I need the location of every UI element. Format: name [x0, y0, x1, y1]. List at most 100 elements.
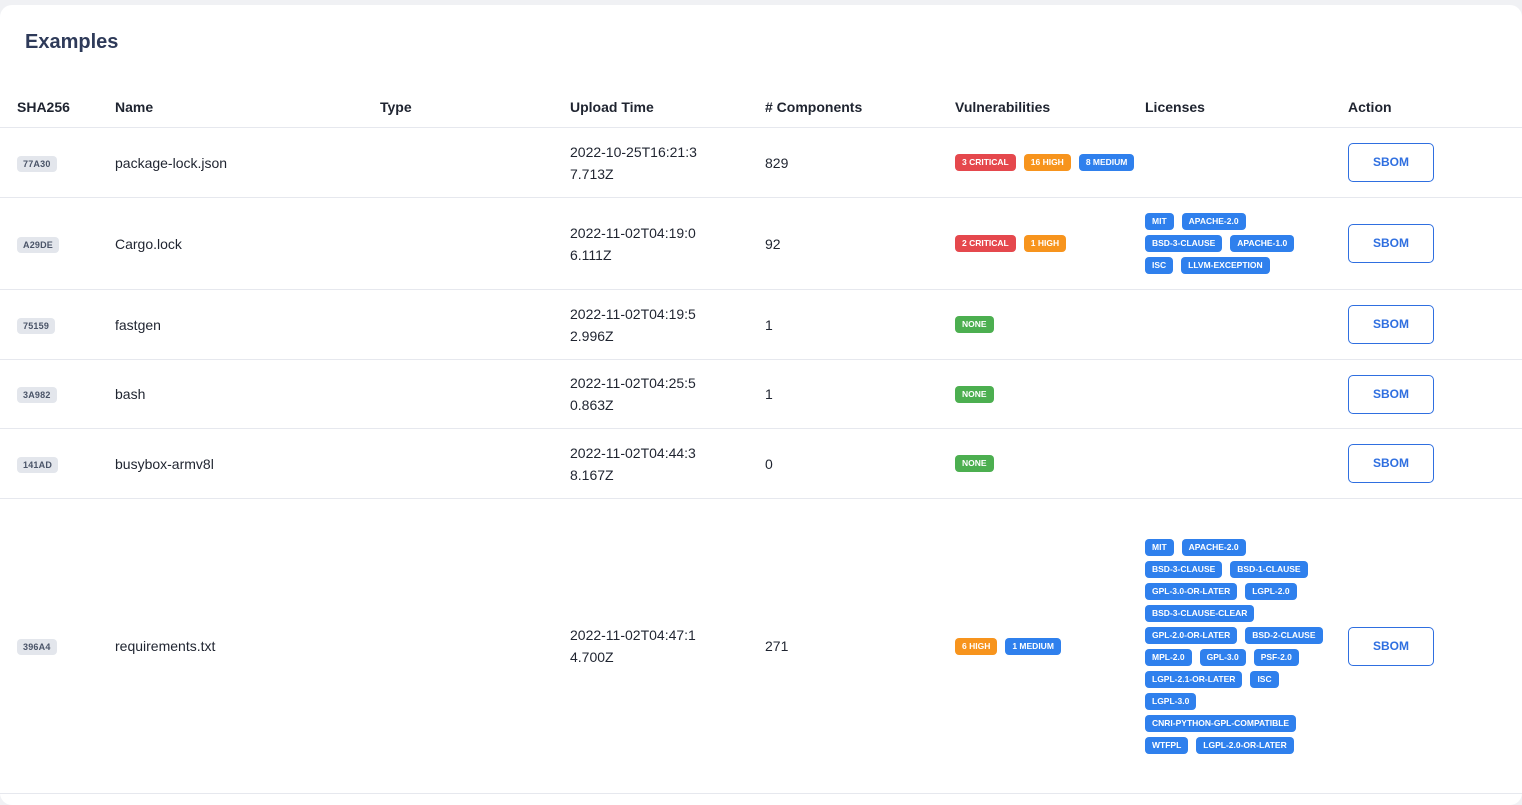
sha-cell: 75159: [0, 289, 115, 360]
licenses-cell: [1145, 359, 1348, 429]
license-badges: [1145, 320, 1325, 330]
license-badges: MIT APACHE-2.0 BSD-3-CLAUSE APACHE-1.0 ISC LL…: [1145, 208, 1325, 279]
table-row[interactable]: 77A30 package-lock.json 2022-10-25T16:21:3…: [0, 127, 1522, 198]
upload-time-cell: 2022-11-02T04:19:06.111Z: [570, 197, 765, 290]
vulnerability-badge-high: 6 HIGH: [955, 637, 998, 655]
sha-badge: 75159: [17, 317, 56, 334]
table-row[interactable]: 141AD busybox-armv8l 2022-11-02T04:44:38.1…: [0, 428, 1522, 499]
type-cell: [380, 197, 570, 290]
vulnerability-badge-none: NONE: [955, 455, 994, 472]
license-badge: LGPL-2.0: [1245, 582, 1297, 600]
header-components[interactable]: # Components: [765, 87, 955, 128]
components-cell: 92: [765, 197, 955, 290]
license-badge: BSD-2-CLAUSE: [1245, 626, 1323, 644]
type-cell: [380, 498, 570, 794]
license-badge: APACHE-2.0: [1181, 213, 1246, 230]
sbom-button[interactable]: SBOM: [1348, 444, 1434, 483]
action-cell: SBOM: [1348, 359, 1522, 429]
examples-card: Examples SHA256 Name Type Upload Time # …: [0, 5, 1522, 805]
header-sha[interactable]: SHA256: [0, 87, 115, 128]
license-badge: LLVM-EXCEPTION: [1181, 257, 1270, 274]
license-badge: BSD-1-CLAUSE: [1230, 560, 1308, 578]
action-cell: SBOM: [1348, 197, 1522, 290]
sha-cell: 3A982: [0, 359, 115, 429]
upload-time: 2022-11-02T04:44:38.167Z: [570, 444, 696, 483]
header-name[interactable]: Name: [115, 87, 380, 128]
sbom-button[interactable]: SBOM: [1348, 143, 1434, 182]
sha-cell: 396A4: [0, 498, 115, 794]
license-badge: LGPL-2.0-OR-LATER: [1196, 736, 1294, 754]
header-vulnerabilities[interactable]: Vulnerabilities: [955, 87, 1145, 128]
license-badge: BSD-3-CLAUSE: [1145, 235, 1223, 252]
table-header-row: SHA256 Name Type Upload Time # Component…: [0, 87, 1522, 128]
vulnerability-badge-high: 1 HIGH: [1023, 235, 1067, 252]
action-cell: SBOM: [1348, 127, 1522, 198]
sha-cell: 77A30: [0, 127, 115, 198]
vulnerability-badge-medium: 1 MEDIUM: [1005, 637, 1061, 655]
vulnerability-badges: NONE: [955, 455, 1145, 472]
vulnerability-badge-none: NONE: [955, 316, 994, 333]
table-row[interactable]: 3A982 bash 2022-11-02T04:25:50.863Z 1 NONE SB…: [0, 359, 1522, 429]
vulnerability-badges: 6 HIGH 1 MEDIUM: [955, 637, 1145, 655]
header-upload-time[interactable]: Upload Time: [570, 87, 765, 128]
license-badge: WTFPL: [1145, 736, 1189, 754]
name-cell: busybox-armv8l: [115, 428, 380, 499]
sbom-button[interactable]: SBOM: [1348, 224, 1434, 263]
table-row[interactable]: 75159 fastgen 2022-11-02T04:19:52.996Z 1 NON…: [0, 289, 1522, 360]
sha-badge: 396A4: [17, 639, 57, 655]
components-cell: 0: [765, 428, 955, 499]
name-cell: Cargo.lock: [115, 197, 380, 290]
vulnerabilities-cell: NONE: [955, 428, 1145, 499]
sha-cell: A29DE: [0, 197, 115, 290]
license-badges: MIT APACHE-2.0 BSD-3-CLAUSE BSD-1-CLAUSE GPL…: [1145, 534, 1325, 759]
upload-time: 2022-10-25T16:21:37.713Z: [570, 143, 697, 182]
vulnerability-badges: 2 CRITICAL 1 HIGH: [955, 235, 1145, 252]
license-badge: BSD-3-CLAUSE: [1145, 560, 1223, 578]
license-badge: MIT: [1145, 538, 1174, 556]
name-cell: fastgen: [115, 289, 380, 360]
vulnerability-badge-critical: 3 CRITICAL: [955, 154, 1016, 171]
header-type[interactable]: Type: [380, 87, 570, 128]
components-cell: 829: [765, 127, 955, 198]
licenses-cell: [1145, 127, 1348, 198]
vulnerability-badges: NONE: [955, 385, 1145, 403]
sha-badge: 3A982: [17, 387, 57, 403]
vulnerabilities-cell: 3 CRITICAL 16 HIGH 8 MEDIUM: [955, 127, 1145, 198]
action-cell: SBOM: [1348, 289, 1522, 360]
license-badge: LGPL-3.0: [1145, 692, 1197, 710]
name-cell: requirements.txt: [115, 498, 380, 794]
upload-time-cell: 2022-10-25T16:21:37.713Z: [570, 127, 765, 198]
license-badge: CNRI-PYTHON-GPL-COMPATIBLE: [1145, 714, 1297, 732]
examples-table: SHA256 Name Type Upload Time # Component…: [0, 87, 1522, 794]
sbom-button[interactable]: SBOM: [1348, 374, 1434, 414]
header-action: Action: [1348, 87, 1522, 128]
table-row[interactable]: A29DE Cargo.lock 2022-11-02T04:19:06.111Z 9…: [0, 197, 1522, 290]
vulnerability-badges: NONE: [955, 316, 1145, 333]
name-cell: package-lock.json: [115, 127, 380, 198]
license-badges: [1145, 389, 1325, 399]
vulnerability-badges: 3 CRITICAL 16 HIGH 8 MEDIUM: [955, 154, 1145, 171]
vulnerabilities-cell: 6 HIGH 1 MEDIUM: [955, 498, 1145, 794]
licenses-cell: MIT APACHE-2.0 BSD-3-CLAUSE BSD-1-CLAUSE GPL…: [1145, 498, 1348, 794]
vulnerability-badge-none: NONE: [955, 385, 994, 403]
license-badge: MIT: [1145, 213, 1174, 230]
sbom-button[interactable]: SBOM: [1348, 626, 1434, 666]
vulnerabilities-cell: 2 CRITICAL 1 HIGH: [955, 197, 1145, 290]
license-badge: APACHE-1.0: [1230, 235, 1295, 252]
upload-time-cell: 2022-11-02T04:19:52.996Z: [570, 289, 765, 360]
type-cell: [380, 127, 570, 198]
license-badge: LGPL-2.1-OR-LATER: [1145, 670, 1243, 688]
table-row[interactable]: 396A4 requirements.txt 2022-11-02T04:47:14…: [0, 498, 1522, 794]
header-licenses[interactable]: Licenses: [1145, 87, 1348, 128]
license-badge: APACHE-2.0: [1181, 538, 1246, 556]
name-cell: bash: [115, 359, 380, 429]
sbom-button[interactable]: SBOM: [1348, 305, 1434, 344]
components-cell: 271: [765, 498, 955, 794]
components-cell: 1: [765, 289, 955, 360]
components-cell: 1: [765, 359, 955, 429]
license-badges: [1145, 459, 1325, 469]
license-badge: ISC: [1250, 670, 1279, 688]
sha-cell: 141AD: [0, 428, 115, 499]
license-badge: PSF-2.0: [1253, 648, 1299, 666]
action-cell: SBOM: [1348, 428, 1522, 499]
